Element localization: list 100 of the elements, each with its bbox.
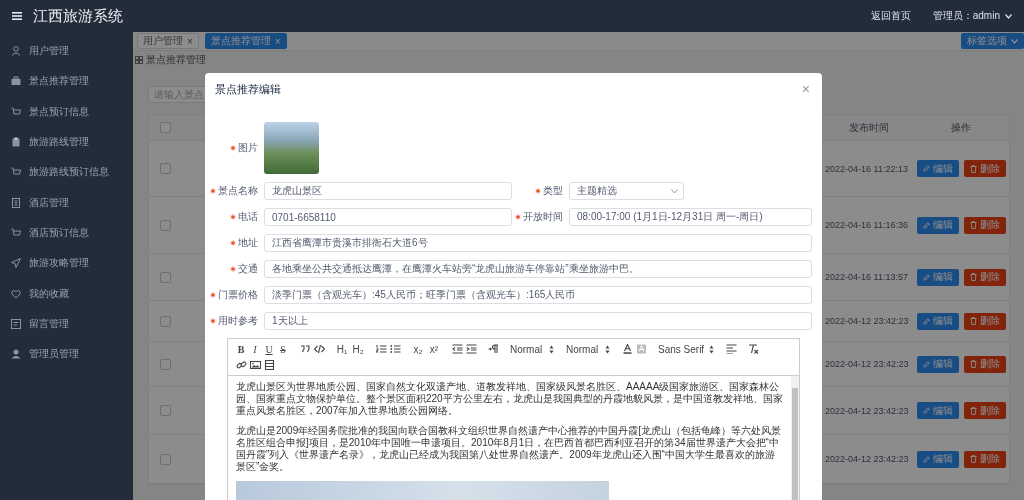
input-field[interactable]: 各地乘坐公共交通抵达鹰潭，在鹰潭火车站旁“龙虎山旅游车停靠站”乘坐旅游中巴。 (264, 260, 812, 278)
input-field[interactable]: 1天以上 (264, 312, 812, 330)
quote-icon (299, 344, 311, 354)
delete-button[interactable]: 删除 (963, 450, 1006, 468)
editor-paragraph: 龙虎山是2009年经国务院批准的我国向联合国教科文组织世界自然遗产中心推荐的中国丹霞[龙虎山（包括龟峰）等六处风景名胜区组合申报]项目，是2010年中国唯一申遗项目。2010年8月1日，在巴西首都巴西利亚召开的第34届世界遗产大会把“中国丹霞”列入《世界遗产名录》，龙虎山已经成为我国第八处世界自然遗产。2009年龙虎山还入围“中国大学生最喜欢的旅游景区”金奖。 (236, 425, 783, 473)
sidebar-item[interactable]: 旅游路线预订信息 (0, 157, 133, 188)
trash-icon (969, 360, 977, 368)
delete-button[interactable]: 删除 (963, 216, 1006, 234)
sidebar-item[interactable]: 旅游攻略管理 (0, 248, 133, 279)
delete-button[interactable]: 删除 (963, 402, 1006, 419)
align-button[interactable] (724, 342, 738, 356)
input-field[interactable]: 淡季门票（含观光车）:45人民币；旺季门票（含观光车）:165人民币 (264, 286, 812, 304)
checkbox[interactable] (160, 453, 171, 465)
home-link[interactable]: 返回首页 (870, 9, 911, 23)
checkbox[interactable] (160, 122, 171, 133)
pencil-icon (922, 165, 930, 172)
input-field[interactable]: 08:00-17:00 (1月1日-12月31日 周一-周日) (569, 208, 812, 226)
user-name[interactable]: 管理员：admin (932, 9, 1000, 23)
superscript-button[interactable]: x² (426, 342, 442, 356)
background-color-button[interactable] (634, 342, 648, 356)
checkbox[interactable] (160, 163, 171, 174)
delete-button[interactable]: 删除 (963, 355, 1006, 373)
send-icon (11, 258, 21, 269)
user-icon (11, 349, 21, 360)
heart-icon (11, 288, 21, 299)
checkbox[interactable] (160, 219, 171, 231)
field-label: 门票价格 (218, 288, 258, 302)
input-field[interactable]: 江西省鹰潭市贵溪市排衙石大道6号 (264, 234, 812, 252)
close-button[interactable]: × (801, 81, 810, 97)
checkbox[interactable] (160, 315, 171, 327)
strike-button[interactable]: S (276, 342, 290, 356)
message-icon (11, 318, 21, 329)
table-cell-text: 2022-04-12 23:42:23 (825, 454, 910, 464)
heading-button[interactable]: H₂ (350, 342, 366, 356)
sidebar-item[interactable]: 景点预订信息 (0, 96, 133, 127)
code-icon (313, 344, 325, 354)
breadcrumb: 景点推荐管理 (146, 53, 206, 67)
text-color-icon (621, 344, 633, 354)
grid-icon (135, 56, 143, 64)
pencil-icon (922, 317, 930, 325)
cart-icon (11, 106, 21, 117)
link-button[interactable] (234, 358, 248, 372)
code-button[interactable] (312, 342, 326, 356)
field-label: 地址 (238, 236, 258, 250)
cart-icon (11, 227, 21, 238)
dropdown[interactable]: Normal (508, 342, 556, 356)
table-cell-text: 2022-04-16 11:16:36 (825, 220, 909, 230)
text-direction-button[interactable] (486, 342, 500, 356)
sidebar-item[interactable]: 管理员管理 (0, 338, 133, 370)
checkbox[interactable] (160, 358, 171, 370)
field-label: 用时参考 (218, 314, 258, 328)
tab-close-button[interactable]: × (187, 35, 193, 47)
delete-button[interactable]: 删除 (963, 312, 1006, 330)
photo-placeholder[interactable] (264, 122, 319, 174)
trash-icon (969, 164, 977, 173)
checkbox[interactable] (160, 405, 171, 416)
underline-button[interactable]: U (262, 342, 276, 356)
select-field[interactable]: 主题精选 (569, 182, 684, 200)
clear-format-button[interactable] (746, 342, 760, 356)
outdent-button[interactable] (450, 342, 464, 356)
image-button[interactable] (248, 358, 262, 372)
field-label: 图片 (238, 141, 258, 155)
delete-button[interactable]: 删除 (963, 160, 1006, 177)
sidebar-item[interactable]: 用户管理 (0, 36, 133, 67)
app-title: 江西旅游系统 (33, 6, 123, 26)
bullet-list-button[interactable] (388, 342, 402, 356)
ordered-list-button[interactable] (374, 342, 388, 356)
tab[interactable]: 用户管理 × (137, 33, 199, 49)
briefcase-icon (11, 76, 21, 87)
input-field[interactable]: 龙虎山景区 (264, 182, 512, 200)
italic-button[interactable]: I (248, 342, 262, 356)
checkbox[interactable] (160, 271, 171, 283)
cart-icon (11, 167, 21, 178)
pencil-icon (922, 407, 930, 414)
heading-button[interactable]: H₁ (334, 342, 350, 356)
sidebar-item[interactable]: 酒店预订信息 (0, 217, 133, 249)
building-icon (11, 197, 21, 208)
delete-button[interactable]: 删除 (963, 268, 1006, 286)
pencil-icon (922, 273, 930, 281)
outdent-icon (451, 344, 463, 354)
indent-icon (465, 344, 477, 354)
sidebar-item[interactable]: 景点推荐管理 (0, 66, 133, 97)
sidebar-item[interactable]: 旅游路线管理 (0, 126, 133, 158)
bold-button[interactable]: B (234, 342, 248, 356)
dropdown[interactable]: Normal (564, 342, 612, 356)
font-dropdown[interactable]: Sans Serif (656, 342, 716, 356)
up-down-icon (605, 344, 610, 354)
indent-button[interactable] (464, 342, 478, 356)
table-cell-text: 2022-04-16 11:13:57 (825, 272, 909, 282)
sidebar-item[interactable]: 酒店管理 (0, 187, 133, 218)
pencil-icon (922, 360, 930, 368)
caret-icon[interactable] (1005, 13, 1012, 19)
trash-icon (969, 317, 977, 325)
input-field[interactable]: 0701-6658110 (264, 208, 512, 226)
user-icon (11, 46, 21, 57)
subscript-button[interactable]: x₂ (410, 342, 426, 356)
menu-icon[interactable] (12, 12, 22, 20)
sidebar-item[interactable]: 留言管理 (0, 308, 133, 339)
sidebar-item[interactable]: 我的收藏 (0, 278, 133, 309)
table-cell-text: 2022-04-12 23:42:23 (825, 316, 910, 326)
